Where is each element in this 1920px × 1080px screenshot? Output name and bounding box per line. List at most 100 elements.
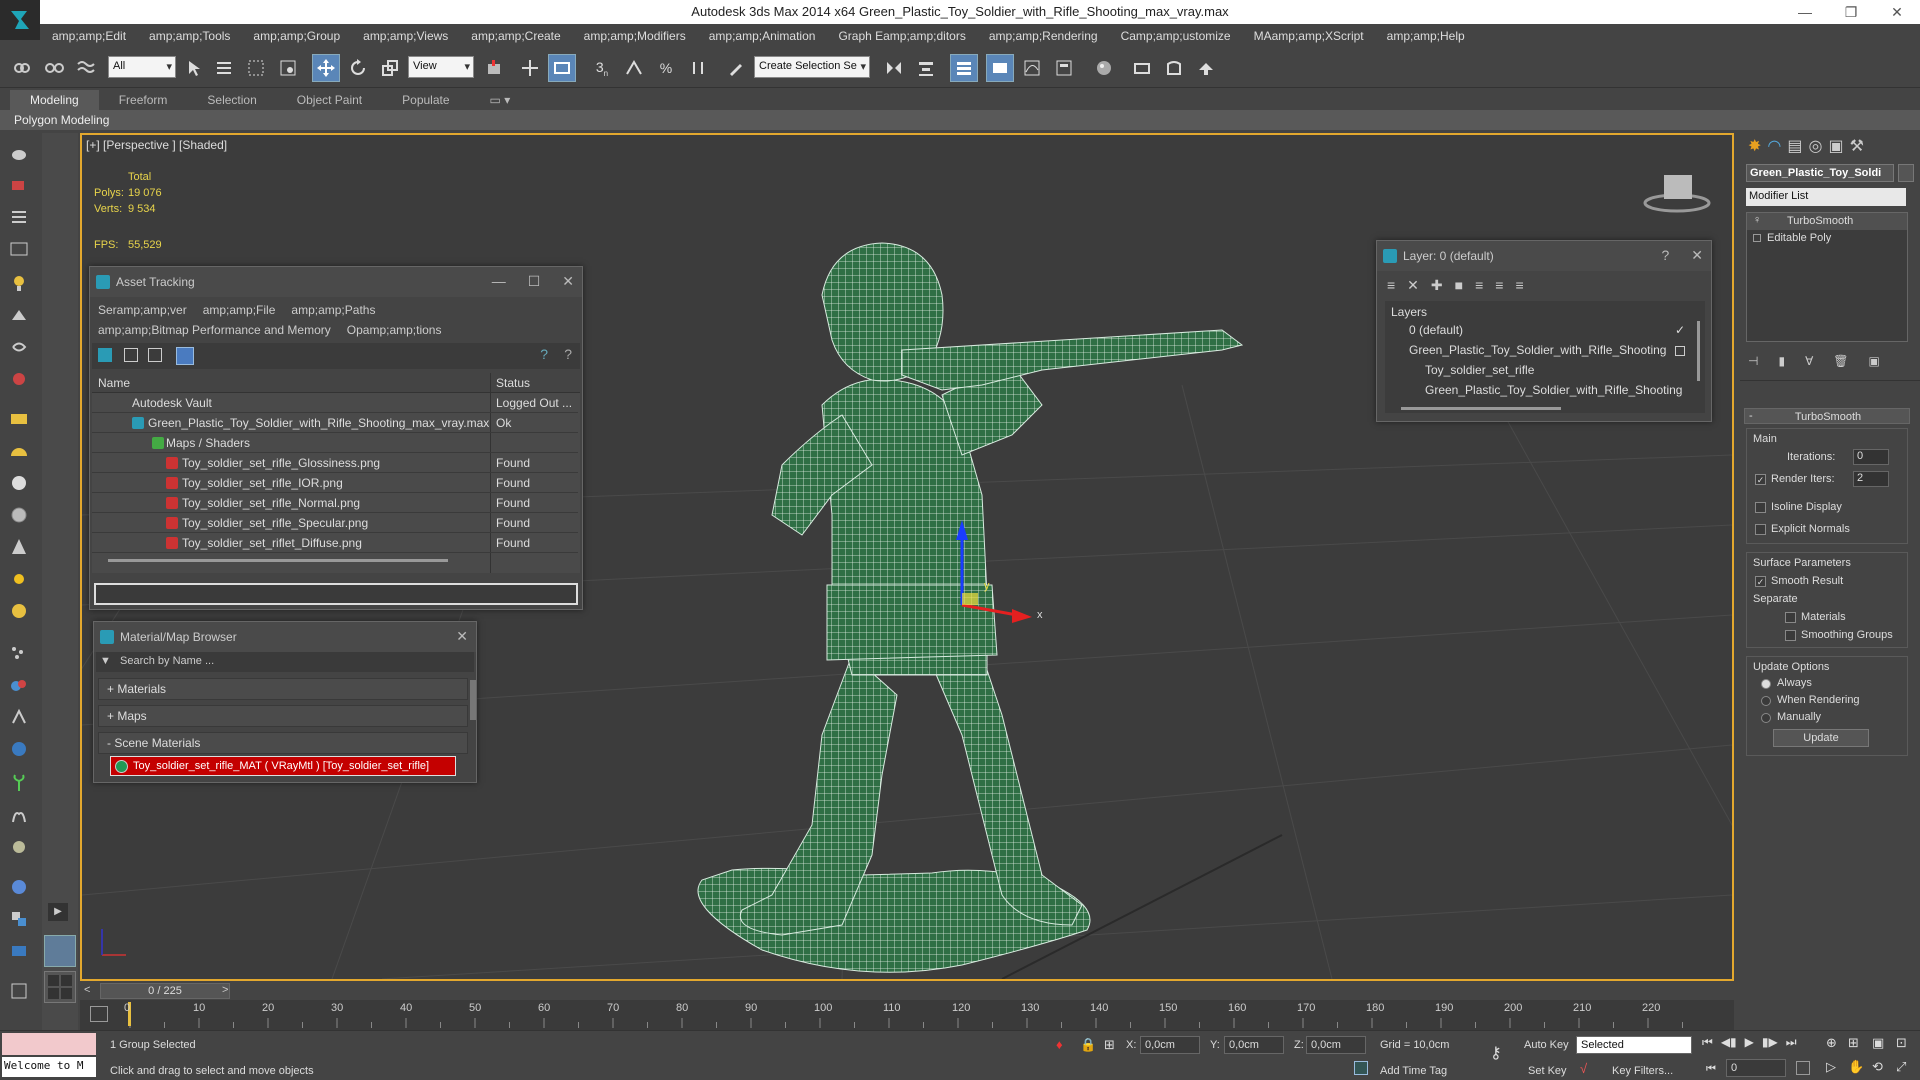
helper-icon[interactable] <box>6 302 32 328</box>
stack-item-turbosmooth[interactable]: ♀ TurboSmooth <box>1747 213 1907 230</box>
layer-object-item[interactable]: Green_Plastic_Toy_Soldier_with_Rifle_Sho… <box>1425 383 1682 403</box>
add-time-tag[interactable]: Add Time Tag <box>1380 1065 1447 1077</box>
group-scene-materials[interactable]: - Scene Materials <box>98 732 468 754</box>
menu-create[interactable]: amp;amp;Create <box>471 29 560 43</box>
lock-selection-icon[interactable]: 🔒 <box>1080 1037 1096 1053</box>
link-icon[interactable] <box>8 54 36 82</box>
select-by-name-icon[interactable] <box>210 54 238 82</box>
update-when-rendering-radio[interactable] <box>1761 696 1771 706</box>
table-row[interactable]: Green_Plastic_Toy_Soldier_with_Rifle_Sho… <box>92 413 578 433</box>
layer-checkbox[interactable] <box>1675 346 1685 356</box>
search-options-icon[interactable]: ▼ <box>100 655 111 667</box>
next-frame-icon[interactable]: > <box>222 984 228 996</box>
viewport-label[interactable]: [+] [Perspective ] [Shaded] <box>86 138 227 152</box>
time-config-icon[interactable] <box>1796 1061 1810 1075</box>
highlight-layer-icon[interactable]: ≡ <box>1475 277 1483 294</box>
close-icon[interactable]: ✕ <box>1874 0 1920 24</box>
table-row[interactable]: Toy_soldier_set_rifle_Glossiness.png Foun… <box>92 453 578 473</box>
minimize-icon[interactable]: — <box>492 273 506 290</box>
table-row[interactable]: Maps / Shaders <box>92 433 578 453</box>
schematic-view-icon[interactable] <box>1050 54 1078 82</box>
sphere-icon[interactable] <box>6 470 32 496</box>
utilities-tab-icon[interactable]: ⚒ <box>1850 136 1864 160</box>
object-color-swatch[interactable] <box>1898 164 1914 182</box>
utilities-icon[interactable] <box>6 938 32 964</box>
pan-view-icon[interactable]: ✋ <box>1848 1059 1864 1075</box>
named-selection-dropdown[interactable]: Create Selection Se <box>754 56 870 78</box>
expand-layouts-icon[interactable]: ▶ <box>48 903 68 921</box>
help-icon[interactable]: ? <box>1661 247 1669 264</box>
maximize-icon[interactable]: ☐ <box>528 273 541 290</box>
maxscript-mini-listener[interactable]: Welcome to M <box>2 1057 96 1077</box>
asset-menu-paths[interactable]: amp;amp;Paths <box>291 303 375 317</box>
update-manually-radio[interactable] <box>1761 713 1771 723</box>
current-frame-field[interactable]: 0 <box>1726 1059 1786 1077</box>
menu-help[interactable]: amp;amp;Help <box>1387 29 1465 43</box>
display-sphere-icon[interactable] <box>6 874 32 900</box>
keyboard-shortcut-override-icon[interactable] <box>548 54 576 82</box>
menu-edit[interactable]: amp;amp;Edit <box>52 29 126 43</box>
play-icon[interactable]: ▶ <box>1745 1035 1754 1050</box>
scene-material-item[interactable]: Toy_soldier_set_rifle_MAT ( VRayMtl ) [T… <box>110 756 456 776</box>
select-object-icon[interactable] <box>180 54 208 82</box>
asset-menu-bitmap[interactable]: amp;amp;Bitmap Performance and Memory <box>98 323 331 337</box>
torus-icon[interactable] <box>6 598 32 624</box>
reference-coordinate-dropdown[interactable]: View <box>408 56 474 78</box>
mini-curve-editor-icon[interactable] <box>90 1006 108 1022</box>
menu-maxscript[interactable]: MAamp;amp;XScript <box>1254 29 1364 43</box>
menu-graph-editors[interactable]: Graph Eamp;amp;ditors <box>838 29 965 43</box>
layer-item[interactable]: 0 (default) <box>1409 323 1463 343</box>
asset-tracking-window[interactable]: Asset Tracking — ☐ ✕ Seramp;amp;ver amp;am… <box>89 266 583 610</box>
x-coordinate-field[interactable]: 0,0cm <box>1140 1036 1200 1054</box>
stack-item-editable-poly[interactable]: Editable Poly <box>1747 230 1907 247</box>
go-to-start-icon[interactable]: ⏮ <box>1702 1035 1713 1050</box>
auto-key-button[interactable]: Auto Key <box>1524 1039 1569 1051</box>
tab-object-paint[interactable]: Object Paint <box>277 90 382 110</box>
menu-tools[interactable]: amp;amp;Tools <box>149 29 230 43</box>
sun-icon[interactable] <box>6 566 32 592</box>
time-tag-icon[interactable] <box>1354 1061 1368 1075</box>
spinner-snap-icon[interactable] <box>684 54 712 82</box>
menu-customize[interactable]: Camp;amp;ustomize <box>1121 29 1231 43</box>
hide-all-layers-icon[interactable]: ≡ <box>1495 277 1503 294</box>
tab-populate[interactable]: Populate <box>382 90 469 110</box>
layer-explorer-window[interactable]: Layer: 0 (default) ? ✕ ≡ ✕ ✚ ■ ≡ ≡ ≡ Laye… <box>1376 240 1712 422</box>
percent-snap-icon[interactable]: % <box>652 54 680 82</box>
refresh-icon[interactable] <box>98 348 112 362</box>
curve-editor-icon[interactable] <box>1018 54 1046 82</box>
col-status[interactable]: Status <box>496 376 530 390</box>
unlink-icon[interactable] <box>40 54 68 82</box>
auto-key-selection-dropdown[interactable]: Selected <box>1576 1036 1692 1054</box>
track-bar[interactable]: 0 10 20 30 40 50 60 70 80 90 100 110 120 130 140 150 160… <box>80 1000 1734 1030</box>
window-crossing-icon[interactable] <box>274 54 302 82</box>
table-row[interactable]: Toy_soldier_set_rifle_Specular.png Found <box>92 513 578 533</box>
col-name[interactable]: Name <box>98 376 130 390</box>
scene-explorer-icon[interactable] <box>6 978 32 1004</box>
separate-materials-checkbox[interactable] <box>1785 612 1796 623</box>
asset-menu-file[interactable]: amp;amp;File <box>203 303 276 317</box>
ribbon-panel-title[interactable]: Polygon Modeling <box>0 110 1920 130</box>
close-icon[interactable]: ✕ <box>562 273 574 290</box>
set-key-button[interactable]: Set Key <box>1528 1065 1567 1077</box>
render-iters-checkbox[interactable]: ✓ <box>1755 474 1766 485</box>
plane-icon[interactable] <box>6 406 32 432</box>
time-slider[interactable]: < 0 / 225 > <box>80 982 1734 1000</box>
select-manipulate-icon[interactable] <box>516 54 544 82</box>
cone-icon[interactable] <box>6 534 32 560</box>
time-slider-thumb[interactable]: 0 / 225 <box>100 983 230 999</box>
iterations-spinner[interactable]: 0 <box>1853 449 1889 465</box>
layer-item[interactable]: Green_Plastic_Toy_Soldier_with_Rifle_Sho… <box>1409 343 1666 363</box>
update-button[interactable]: Update <box>1773 729 1869 747</box>
lightbulb-icon[interactable]: ♀ <box>1753 214 1761 226</box>
menu-modifiers[interactable]: amp;amp;Modifiers <box>584 29 686 43</box>
key-filters-button[interactable]: Key Filters... <box>1612 1065 1673 1077</box>
prev-frame-icon[interactable]: < <box>84 984 90 996</box>
motion-tab-icon[interactable]: ◎ <box>1809 136 1823 160</box>
table-row[interactable]: Autodesk Vault Logged Out ... <box>92 393 578 413</box>
default-tangents-icon[interactable]: √ <box>1580 1061 1587 1076</box>
group-maps[interactable]: + Maps <box>98 705 468 727</box>
isolate-icon[interactable]: ♦ <box>1056 1037 1063 1052</box>
detail-view-icon[interactable] <box>148 348 162 362</box>
maxscript-listener[interactable] <box>2 1033 96 1055</box>
tab-selection[interactable]: Selection <box>187 90 276 110</box>
